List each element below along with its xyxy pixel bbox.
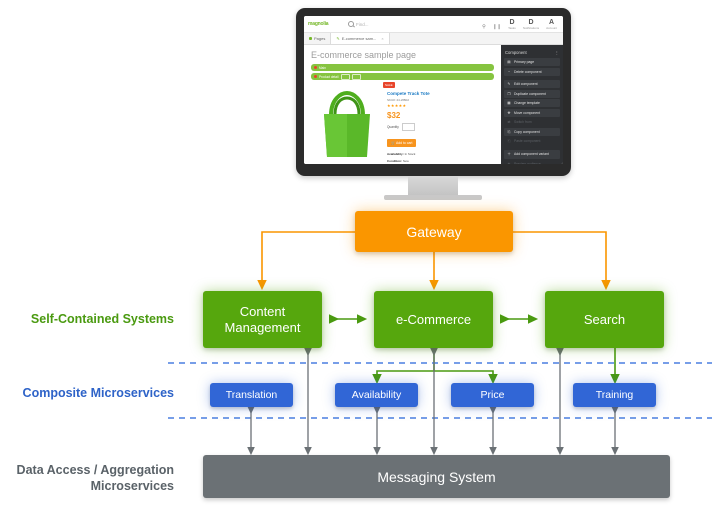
node-content-management-line2: Management [224, 319, 301, 335]
row-label-composite-microservices: Composite Microservices [22, 386, 174, 400]
row-label-self-contained-systems: Self-Contained Systems [30, 312, 174, 326]
row-label-data-access: Data Access / Aggregation Microservices [8, 462, 174, 494]
architecture-diagram: Self-Contained Systems Composite Microse… [0, 0, 712, 523]
sale-badge: SALE [383, 82, 395, 88]
node-e-commerce[interactable]: e-Commerce [374, 291, 493, 348]
node-search[interactable]: Search [545, 291, 664, 348]
node-content-management-line1: Content [239, 303, 286, 319]
node-translation[interactable]: Translation [210, 383, 293, 407]
row-label-data-access-line1: Data Access / Aggregation [16, 463, 174, 477]
node-content-management[interactable]: Content Management [203, 291, 322, 348]
node-availability[interactable]: Availability [335, 383, 418, 407]
node-gateway[interactable]: Gateway [355, 211, 513, 252]
row-label-data-access-line2: Microservices [90, 479, 174, 493]
node-price[interactable]: Price [451, 383, 534, 407]
node-messaging-system[interactable]: Messaging System [203, 455, 670, 498]
diagram-connectors [168, 231, 712, 456]
node-training[interactable]: Training [573, 383, 656, 407]
